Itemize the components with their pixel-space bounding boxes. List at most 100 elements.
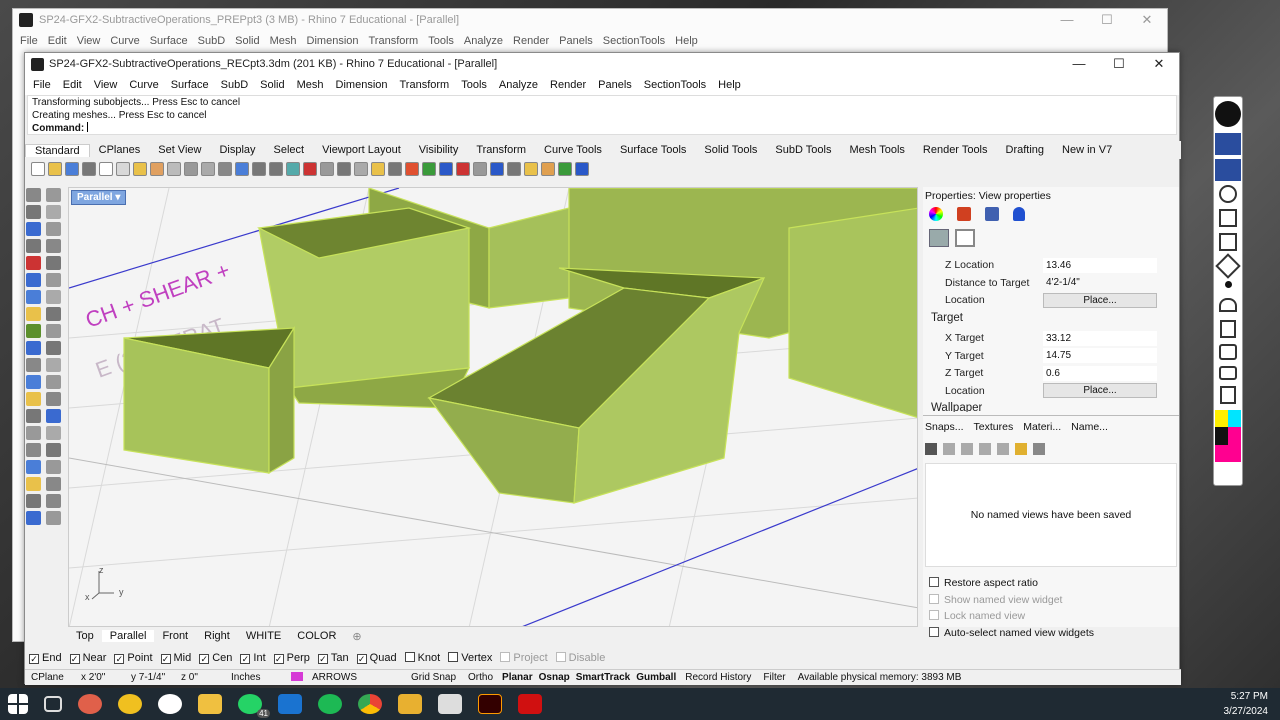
osnap-perp[interactable]: ✓ Perp bbox=[273, 652, 310, 664]
toolbar-icon[interactable] bbox=[235, 162, 249, 176]
toolbar-icon[interactable] bbox=[218, 162, 232, 176]
left-tool-icon[interactable] bbox=[26, 460, 41, 474]
menu-item-tools[interactable]: Tools bbox=[455, 79, 493, 91]
app-icon[interactable] bbox=[158, 694, 182, 714]
left-tool-icon[interactable] bbox=[26, 222, 41, 236]
delete-view-icon[interactable] bbox=[961, 443, 973, 455]
command-input[interactable] bbox=[87, 122, 89, 132]
osnap-int[interactable]: ✓ Int bbox=[240, 652, 266, 664]
checkbox[interactable]: ✓ bbox=[356, 654, 367, 664]
close-button[interactable]: ✕ bbox=[1139, 53, 1179, 75]
app-icon[interactable] bbox=[118, 694, 142, 714]
menu-item-subd[interactable]: SubD bbox=[215, 79, 255, 91]
toolbar-icon[interactable] bbox=[337, 162, 351, 176]
toolbar-icon[interactable] bbox=[184, 162, 198, 176]
toolbar-icon[interactable] bbox=[575, 162, 589, 176]
left-tool-icon[interactable] bbox=[26, 307, 41, 321]
left-tool-icon[interactable] bbox=[46, 256, 61, 270]
status-toggle-grid-snap[interactable]: Grid Snap bbox=[405, 672, 462, 683]
toolbar-tab[interactable]: CPlanes bbox=[90, 144, 150, 156]
toolbar-tab[interactable]: Visibility bbox=[410, 144, 468, 156]
background-menu-item[interactable]: Tools bbox=[423, 35, 459, 47]
toolbar-icon[interactable] bbox=[422, 162, 436, 176]
menu-item-curve[interactable]: Curve bbox=[123, 79, 164, 91]
add-viewport-tab-icon[interactable]: ⊕ bbox=[344, 630, 369, 643]
left-tool-icon[interactable] bbox=[26, 358, 41, 372]
toolbar-icon[interactable] bbox=[31, 162, 45, 176]
toolbar-icon[interactable] bbox=[99, 162, 113, 176]
toolbar-tab[interactable]: Standard bbox=[25, 143, 90, 157]
background-menu-item[interactable]: Mesh bbox=[265, 35, 302, 47]
edit-view-icon[interactable] bbox=[943, 443, 955, 455]
left-tool-icon[interactable] bbox=[46, 511, 61, 525]
checkbox[interactable]: ✓ bbox=[160, 654, 171, 664]
chrome-icon[interactable] bbox=[358, 694, 382, 714]
menu-item-file[interactable]: File bbox=[27, 79, 57, 91]
checkbox[interactable] bbox=[448, 652, 459, 662]
left-tool-icon[interactable] bbox=[46, 358, 61, 372]
named-view-option[interactable]: Restore aspect ratio bbox=[929, 575, 1094, 592]
toolbar-icon[interactable] bbox=[116, 162, 130, 176]
pencil-icon[interactable] bbox=[1219, 185, 1237, 203]
place-button[interactable]: Place... bbox=[1043, 383, 1157, 398]
checkbox[interactable]: ✓ bbox=[240, 654, 251, 664]
status-toggle-filter[interactable]: Filter bbox=[757, 672, 791, 683]
left-tool-icon[interactable] bbox=[26, 426, 41, 440]
checkbox[interactable]: ✓ bbox=[69, 654, 80, 664]
osnap-knot[interactable]: Knot bbox=[404, 652, 440, 664]
viewport-tab[interactable]: WHITE bbox=[238, 630, 289, 642]
toolbar-tab[interactable]: Render Tools bbox=[914, 144, 997, 156]
close-button[interactable]: ✕ bbox=[1127, 9, 1167, 31]
menu-item-transform[interactable]: Transform bbox=[394, 79, 456, 91]
checkbox[interactable]: ✓ bbox=[273, 654, 284, 664]
left-tool-icon[interactable] bbox=[26, 511, 41, 525]
viewport-canvas[interactable]: CH + SHEAR + E (3 OPERAT bbox=[69, 188, 918, 627]
rectangle-icon[interactable] bbox=[1219, 233, 1237, 251]
checkbox[interactable] bbox=[929, 577, 939, 587]
toolbar-tab[interactable]: Select bbox=[265, 144, 314, 156]
toolbar-icon[interactable] bbox=[286, 162, 300, 176]
toolbar-icon[interactable] bbox=[456, 162, 470, 176]
toolbar-tab[interactable]: Mesh Tools bbox=[840, 144, 913, 156]
toolbar-icon[interactable] bbox=[405, 162, 419, 176]
left-tool-icon[interactable] bbox=[46, 222, 61, 236]
background-menu-item[interactable]: Render bbox=[508, 35, 554, 47]
paste-view-icon[interactable] bbox=[997, 443, 1009, 455]
start-icon[interactable] bbox=[8, 694, 28, 714]
toolbar-tab[interactable]: Drafting bbox=[997, 144, 1054, 156]
toolbar-icon[interactable] bbox=[507, 162, 521, 176]
toolbar-tab[interactable]: Set View bbox=[149, 144, 210, 156]
whatsapp-icon[interactable]: 41 bbox=[238, 694, 270, 718]
acrobat-icon[interactable] bbox=[518, 694, 542, 714]
rhino-taskbar-icon[interactable] bbox=[438, 694, 462, 714]
toolbar-icon[interactable] bbox=[167, 162, 181, 176]
spotify-icon[interactable] bbox=[318, 694, 342, 714]
background-menu-item[interactable]: View bbox=[72, 35, 106, 47]
background-menu-item[interactable]: Analyze bbox=[459, 35, 508, 47]
checkbox[interactable]: ✓ bbox=[199, 654, 210, 664]
task-view-icon[interactable] bbox=[44, 696, 62, 712]
left-tool-icon[interactable] bbox=[26, 256, 41, 270]
trash-icon[interactable] bbox=[1220, 320, 1236, 338]
left-tool-icon[interactable] bbox=[46, 290, 61, 304]
toolbar-icon[interactable] bbox=[371, 162, 385, 176]
toolbar-icon[interactable] bbox=[133, 162, 147, 176]
menu-item-surface[interactable]: Surface bbox=[165, 79, 215, 91]
eye-icon[interactable] bbox=[1215, 133, 1241, 155]
viewport-parallel[interactable]: CH + SHEAR + E (3 OPERAT Parallel ▾ bbox=[68, 187, 918, 627]
toolbar-tab[interactable]: SubD Tools bbox=[766, 144, 840, 156]
frame-icon[interactable] bbox=[955, 229, 975, 247]
viewport-tab[interactable]: Parallel bbox=[101, 630, 155, 642]
left-tool-icon[interactable] bbox=[46, 409, 61, 423]
toolbar-icon[interactable] bbox=[473, 162, 487, 176]
left-tool-icon[interactable] bbox=[46, 324, 61, 338]
camera-capture-icon[interactable] bbox=[1219, 366, 1237, 380]
illustrator-icon[interactable] bbox=[478, 694, 502, 714]
left-tool-icon[interactable] bbox=[26, 205, 41, 219]
osnap-tan[interactable]: ✓ Tan bbox=[317, 652, 349, 664]
outlook-icon[interactable] bbox=[278, 694, 302, 714]
osnap-near[interactable]: ✓ Near bbox=[69, 652, 106, 664]
left-tool-icon[interactable] bbox=[26, 290, 41, 304]
color-palette[interactable] bbox=[1215, 410, 1241, 462]
menu-item-edit[interactable]: Edit bbox=[57, 79, 88, 91]
